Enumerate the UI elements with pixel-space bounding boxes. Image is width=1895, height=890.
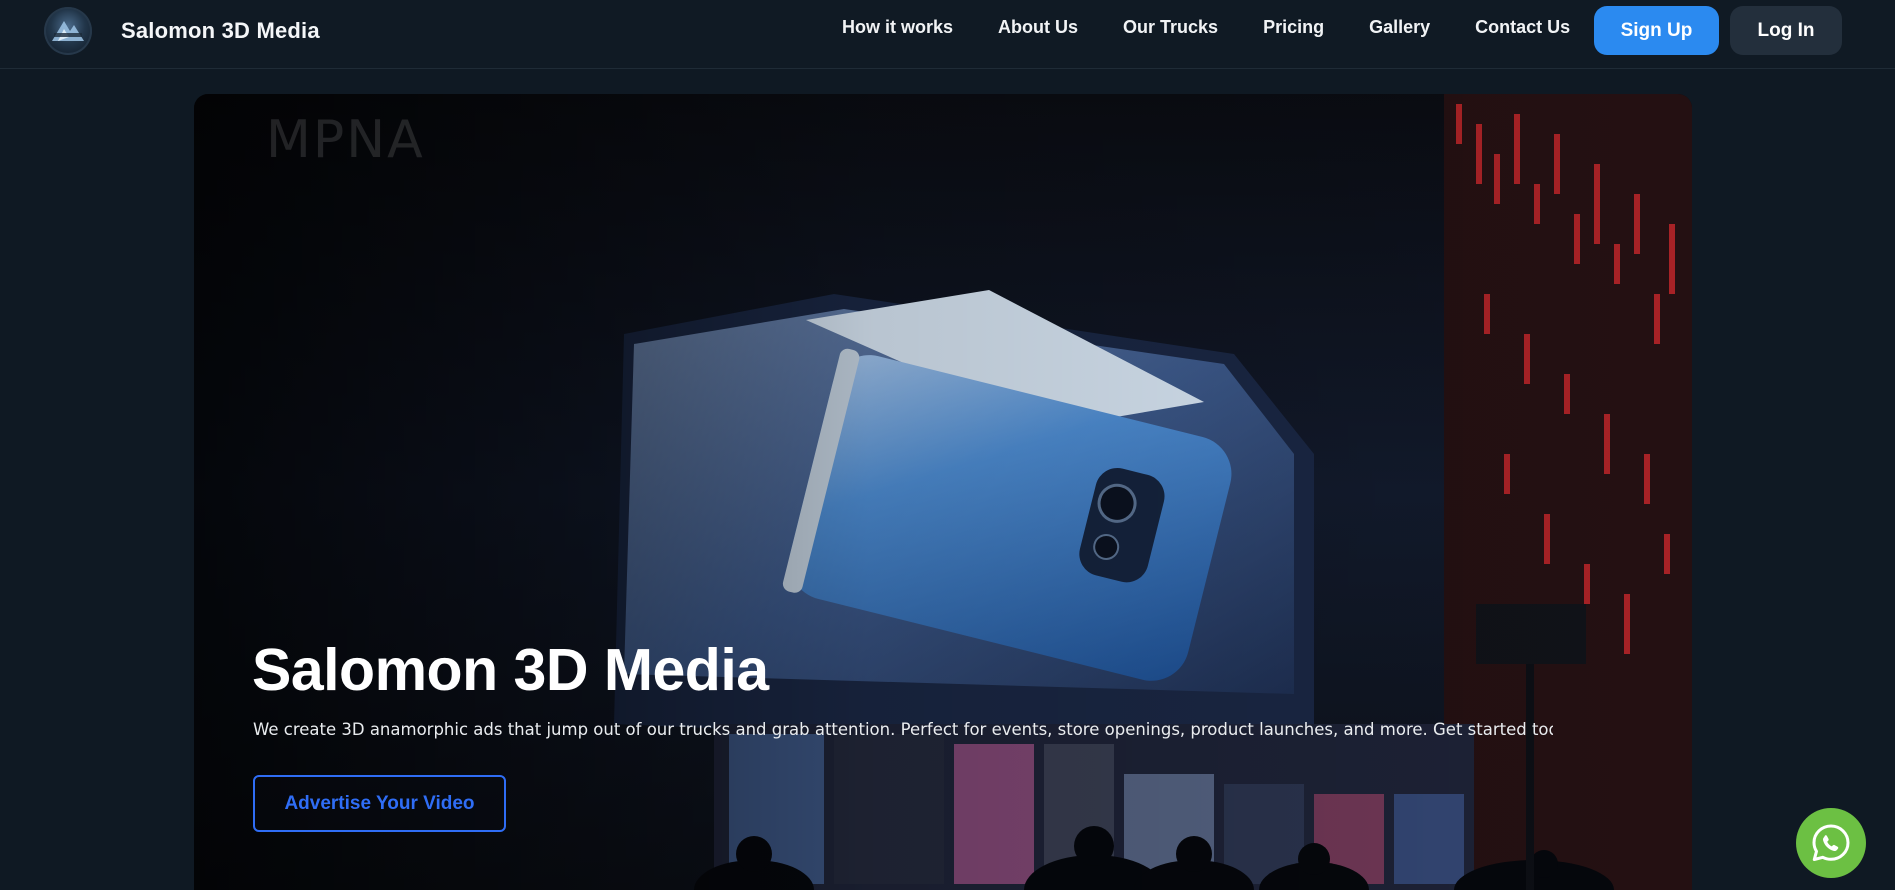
- advertise-video-button[interactable]: Advertise Your Video: [253, 775, 506, 832]
- hero-title: Salomon 3D Media: [252, 637, 769, 703]
- log-in-button[interactable]: Log In: [1730, 6, 1842, 55]
- nav-contact-us[interactable]: Contact Us: [1475, 14, 1570, 40]
- nav-our-trucks[interactable]: Our Trucks: [1123, 14, 1218, 40]
- nav-about-us[interactable]: About Us: [998, 14, 1078, 40]
- nav-how-it-works[interactable]: How it works: [842, 14, 953, 40]
- hero-watermark-logo: MPNA: [266, 110, 425, 170]
- whatsapp-icon: [1812, 824, 1850, 861]
- nav-gallery[interactable]: Gallery: [1369, 14, 1430, 40]
- brand[interactable]: Salomon 3D Media: [44, 6, 320, 56]
- nav-pricing[interactable]: Pricing: [1263, 14, 1324, 40]
- hero-background-image: [194, 94, 1692, 890]
- top-navbar: Salomon 3D Media How it works About Us O…: [0, 0, 1895, 69]
- whatsapp-chat-button[interactable]: [1796, 808, 1866, 878]
- hero-description: We create 3D anamorphic ads that jump ou…: [253, 720, 1553, 739]
- main-menu: How it works About Us Our Trucks Pricing…: [842, 14, 1570, 40]
- hero-banner: MPNA Salomon 3D Media We create 3D anamo…: [194, 94, 1692, 890]
- mountain-logo-icon[interactable]: [44, 7, 92, 55]
- sign-up-button[interactable]: Sign Up: [1594, 6, 1719, 55]
- brand-name[interactable]: Salomon 3D Media: [121, 18, 320, 44]
